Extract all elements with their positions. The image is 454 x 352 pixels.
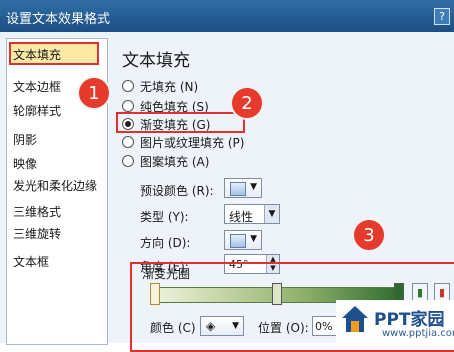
chevron-down-icon: ▼ xyxy=(250,234,257,244)
title-bar: 设置文本效果格式 ? xyxy=(0,0,454,32)
chevron-down-icon: ▼ xyxy=(250,182,257,192)
sidebar-item-glow-soft-edges[interactable]: 发光和柔化边缘 xyxy=(13,177,97,194)
stop-position-label: 位置 (O): xyxy=(258,321,309,335)
annotation-badge-3: 3 xyxy=(352,218,386,252)
stop-color-dropdown[interactable]: ◈ ▼ xyxy=(200,316,244,336)
gradient-stop-1[interactable] xyxy=(150,283,160,305)
direction-swatch xyxy=(230,234,246,248)
radio-pattern-fill-label[interactable]: 图案填充 (A) xyxy=(140,153,209,170)
type-label: 类型 (Y): xyxy=(140,210,189,224)
type-value: 线性 xyxy=(229,210,254,224)
radio-gradient-fill[interactable] xyxy=(122,118,134,130)
panel-heading: 文本填充 xyxy=(122,51,190,71)
radio-pattern-fill[interactable] xyxy=(122,155,134,167)
preset-swatch xyxy=(230,182,246,196)
preset-colors-label: 预设颜色 (R): xyxy=(140,184,214,198)
radio-picture-texture-fill-label[interactable]: 图片或纹理填充 (P) xyxy=(140,134,244,151)
type-select[interactable]: 线性 ▼ xyxy=(224,204,280,224)
gradient-stop-2[interactable] xyxy=(272,283,282,305)
preset-colors-dropdown[interactable]: ▼ xyxy=(224,178,262,198)
watermark-brand: PPT家园 xyxy=(374,310,445,330)
sidebar-item-3d-rotation[interactable]: 三维旋转 xyxy=(13,225,61,242)
radio-no-fill[interactable] xyxy=(122,80,134,92)
annotation-badge-1: 1 xyxy=(77,76,111,110)
sidebar-item-3d-format[interactable]: 三维格式 xyxy=(13,203,61,220)
watermark-url: www.pptjia.com xyxy=(382,328,454,339)
stop-color-label: 颜色 (C) xyxy=(150,321,196,335)
sidebar-item-text-fill[interactable]: 文本填充 xyxy=(13,46,61,63)
sidebar-item-reflection[interactable]: 映像 xyxy=(13,155,37,172)
chevron-down-icon: ▼ xyxy=(232,321,239,331)
radio-solid-fill[interactable] xyxy=(122,100,134,112)
paint-bucket-icon: ◈ xyxy=(206,319,216,333)
help-button[interactable]: ? xyxy=(434,8,450,25)
sidebar-item-shadow[interactable]: 阴影 xyxy=(13,131,37,148)
sidebar-item-text-box[interactable]: 文本框 xyxy=(13,253,49,270)
direction-dropdown[interactable]: ▼ xyxy=(224,230,262,250)
window-title: 设置文本效果格式 xyxy=(6,12,111,27)
chevron-down-icon: ▼ xyxy=(264,205,279,223)
gradient-stops-label: 渐变光圈 xyxy=(142,267,191,281)
house-logo-icon xyxy=(342,306,368,332)
annotation-badge-2: 2 xyxy=(230,86,264,120)
radio-no-fill-label[interactable]: 无填充 (N) xyxy=(140,78,198,95)
radio-gradient-fill-label[interactable]: 渐变填充 (G) xyxy=(140,116,210,133)
sidebar-item-text-outline[interactable]: 文本边框 xyxy=(13,78,61,95)
watermark: PPT家园 www.pptjia.com xyxy=(336,300,454,343)
direction-label: 方向 (D): xyxy=(140,236,191,250)
sidebar-item-outline-style[interactable]: 轮廓样式 xyxy=(13,102,61,119)
radio-picture-texture-fill[interactable] xyxy=(122,136,134,148)
